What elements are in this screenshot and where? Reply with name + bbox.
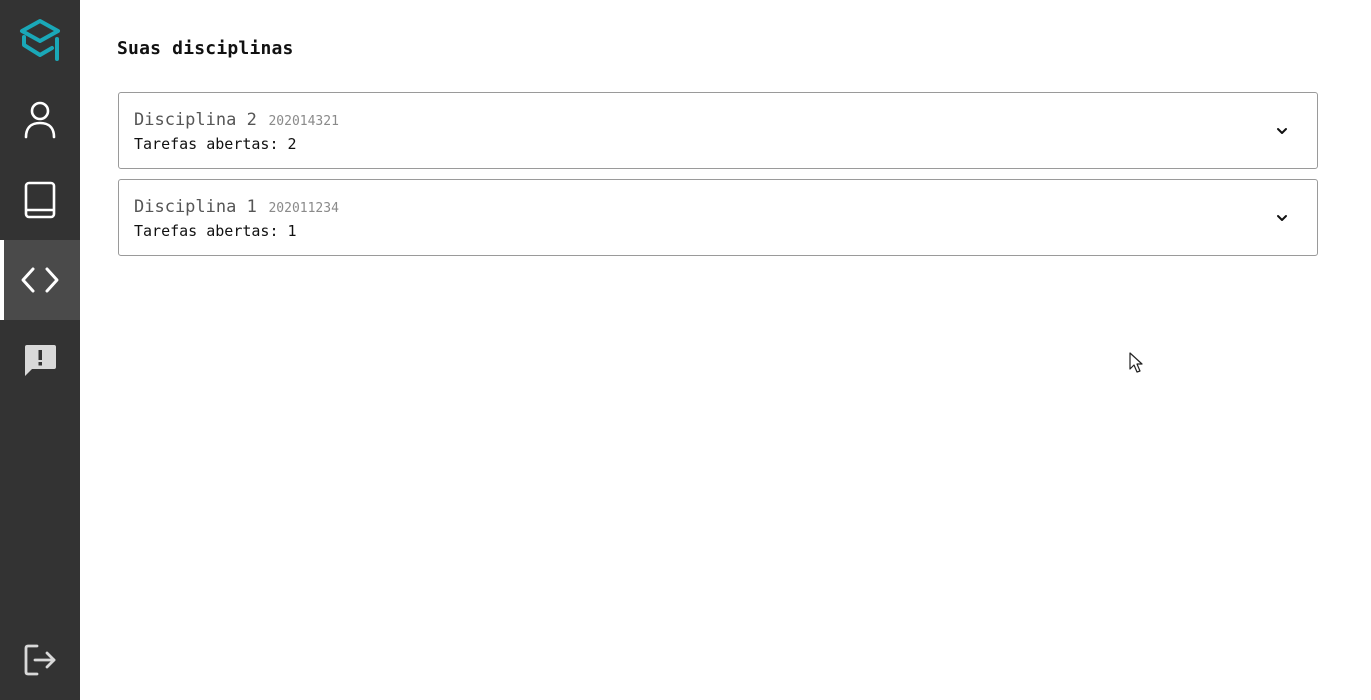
sidebar-item-feedback[interactable] bbox=[0, 320, 80, 400]
course-open-tasks: Tarefas abertas: 2 bbox=[134, 135, 297, 153]
course-name: Disciplina 1 bbox=[134, 197, 257, 217]
user-icon bbox=[24, 101, 56, 139]
sidebar-item-profile[interactable] bbox=[0, 80, 80, 160]
course-open-tasks: Tarefas abertas: 1 bbox=[134, 222, 297, 240]
app-root: Suas disciplinas Disciplina 2 202014321 … bbox=[0, 0, 1371, 700]
chevron-down-icon[interactable] bbox=[1275, 124, 1289, 138]
course-list: Disciplina 2 202014321 Tarefas abertas: … bbox=[118, 92, 1318, 266]
course-header: Disciplina 2 202014321 bbox=[134, 110, 339, 130]
course-card[interactable]: Disciplina 1 202011234 Tarefas abertas: … bbox=[118, 179, 1318, 256]
course-header: Disciplina 1 202011234 bbox=[134, 197, 339, 217]
logout-button[interactable] bbox=[0, 620, 80, 700]
chevron-down-icon[interactable] bbox=[1275, 211, 1289, 225]
sidebar bbox=[0, 0, 80, 700]
feedback-icon bbox=[25, 345, 56, 376]
sidebar-item-code[interactable] bbox=[0, 240, 80, 320]
main-content: Suas disciplinas Disciplina 2 202014321 … bbox=[80, 0, 1371, 700]
course-code: 202014321 bbox=[268, 114, 339, 129]
app-logo[interactable] bbox=[0, 0, 80, 80]
code-icon bbox=[21, 267, 59, 293]
page-title: Suas disciplinas bbox=[117, 38, 294, 59]
course-code: 202011234 bbox=[268, 201, 339, 216]
logout-icon bbox=[24, 644, 56, 676]
mouse-cursor-icon bbox=[1129, 352, 1143, 373]
logo-icon bbox=[20, 19, 60, 61]
course-card[interactable]: Disciplina 2 202014321 Tarefas abertas: … bbox=[118, 92, 1318, 169]
sidebar-item-courses[interactable] bbox=[0, 160, 80, 240]
course-name: Disciplina 2 bbox=[134, 110, 257, 130]
book-icon bbox=[24, 181, 56, 219]
